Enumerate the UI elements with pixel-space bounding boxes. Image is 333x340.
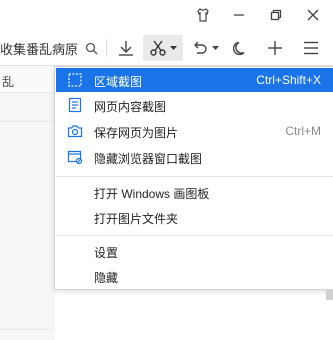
undo-icon	[194, 41, 207, 54]
menu-item-save-as-image[interactable]: 保存网页为图片 Ctrl+M	[56, 119, 333, 143]
night-mode-icon[interactable]	[229, 35, 253, 61]
camera-icon	[67, 125, 83, 138]
minimize-icon[interactable]	[228, 4, 250, 26]
menu-item-hide[interactable]: 隐藏	[56, 264, 333, 288]
menu-divider	[56, 235, 333, 236]
divider	[0, 121, 55, 122]
menu-item-open-paint[interactable]: 打开 Windows 画图板	[56, 180, 333, 204]
sidebar-tab[interactable]: 乱	[0, 66, 55, 93]
scrollbar[interactable]	[326, 290, 333, 300]
menu-divider	[56, 176, 333, 177]
menu-item-settings[interactable]: 设置	[56, 239, 333, 263]
scissors-icon	[150, 40, 166, 56]
chevron-down-icon	[212, 45, 219, 50]
restore-icon[interactable]	[265, 4, 287, 26]
toolbar: 收集番乱病原	[0, 30, 333, 66]
menu-icon[interactable]	[298, 35, 324, 61]
menu-item-open-image-folder[interactable]: 打开图片文件夹	[56, 205, 333, 229]
add-icon[interactable]	[263, 35, 287, 61]
menu-item-label: 隐藏浏览器窗口截图	[94, 152, 203, 166]
download-icon[interactable]	[113, 35, 139, 61]
chevron-down-icon	[170, 45, 177, 50]
hide-window-icon	[67, 150, 83, 165]
menu-item-webpage-content-screenshot[interactable]: 网页内容截图	[56, 93, 333, 117]
menu-item-shortcut: Ctrl+Shift+X	[256, 73, 321, 87]
screenshot-menu: 区域截图 Ctrl+Shift+X 网页内容截图 保存网页为图片 Ctrl+M …	[54, 66, 333, 290]
menu-item-label: 网页内容截图	[94, 100, 167, 114]
undo-button[interactable]	[187, 35, 223, 61]
divider	[0, 329, 55, 330]
screenshot-button[interactable]	[143, 35, 183, 61]
document-icon	[68, 97, 82, 113]
menu-item-label: 打开图片文件夹	[94, 212, 179, 226]
address-bar-text[interactable]: 收集番乱病原	[0, 39, 80, 58]
menu-item-label: 保存网页为图片	[94, 126, 179, 140]
title-bar	[0, 0, 333, 30]
menu-item-shortcut: Ctrl+M	[285, 124, 321, 138]
menu-item-label: 设置	[94, 246, 119, 260]
search-icon[interactable]	[81, 35, 101, 61]
menu-item-hide-browser-screenshot[interactable]: 隐藏浏览器窗口截图	[56, 145, 333, 169]
menu-item-label: 区域截图	[94, 75, 143, 89]
sidebar-tab-label: 乱	[2, 75, 15, 89]
menu-item-region-screenshot[interactable]: 区域截图 Ctrl+Shift+X	[56, 68, 333, 92]
skin-icon[interactable]	[192, 4, 214, 26]
region-select-icon	[68, 73, 82, 87]
menu-item-label: 打开 Windows 画图板	[94, 187, 210, 201]
close-icon[interactable]	[302, 4, 324, 26]
sidebar: 乱	[0, 66, 55, 340]
menu-item-label: 隐藏	[94, 271, 119, 285]
toolbar-divider	[106, 39, 107, 57]
